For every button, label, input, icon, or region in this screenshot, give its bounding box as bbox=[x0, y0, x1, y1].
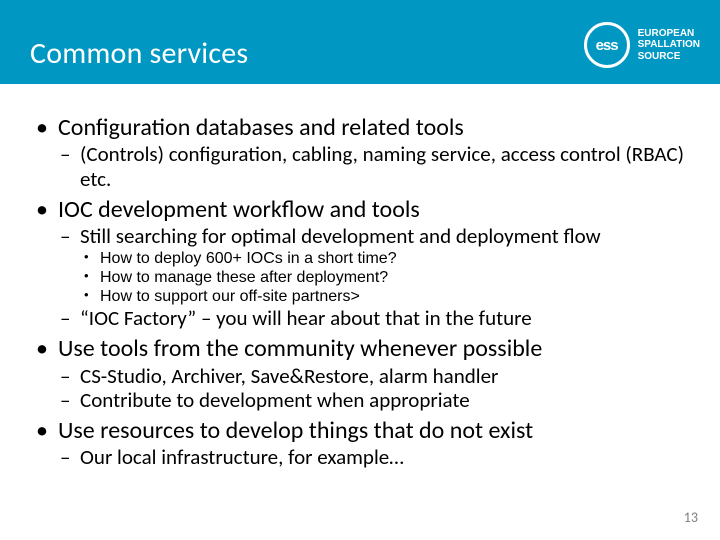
list-item: CS-Studio, Archiver, Save&Restore, alarm… bbox=[80, 364, 690, 389]
sub-list: (Controls) configuration, cabling, namin… bbox=[58, 142, 690, 192]
bullet-text: How to support our off-site partners> bbox=[100, 288, 360, 305]
sub-sub-list: How to deploy 600+ IOCs in a short time?… bbox=[80, 249, 690, 307]
bullet-text: How to deploy 600+ IOCs in a short time? bbox=[100, 250, 397, 267]
slide-body: Configuration databases and related tool… bbox=[0, 84, 720, 470]
list-item: Contribute to development when appropria… bbox=[80, 388, 690, 413]
bullet-text: Our local infrastructure, for example… bbox=[80, 444, 404, 470]
list-item: Configuration databases and related tool… bbox=[58, 114, 690, 192]
list-item: How to deploy 600+ IOCs in a short time? bbox=[100, 249, 690, 268]
bullet-text: (Controls) configuration, cabling, namin… bbox=[80, 141, 684, 192]
logo-text-line: EUROPEAN bbox=[638, 28, 700, 40]
logo-abbrev: ess bbox=[596, 37, 618, 54]
bullet-text: IOC development workflow and tools bbox=[58, 195, 420, 224]
bullet-text: How to manage these after deployment? bbox=[100, 269, 388, 286]
logo-text-line: SPALLATION bbox=[638, 39, 700, 51]
bullet-text: Use tools from the community whenever po… bbox=[58, 334, 542, 363]
bullet-text: “IOC Factory” – you will hear about that… bbox=[80, 305, 532, 331]
list-item: Our local infrastructure, for example… bbox=[80, 445, 690, 470]
sub-list: Our local infrastructure, for example… bbox=[58, 445, 690, 470]
title-bar: Common services ess EUROPEAN SPALLATION … bbox=[0, 0, 720, 84]
logo-text-line: SOURCE bbox=[638, 51, 700, 63]
slide-title: Common services bbox=[30, 35, 248, 72]
page-number: 13 bbox=[684, 509, 698, 526]
bullet-text: CS-Studio, Archiver, Save&Restore, alarm… bbox=[80, 363, 498, 389]
bullet-text: Use resources to develop things that do … bbox=[58, 416, 533, 445]
sub-list: CS-Studio, Archiver, Save&Restore, alarm… bbox=[58, 364, 690, 414]
list-item: Use resources to develop things that do … bbox=[58, 417, 690, 470]
list-item: How to support our off-site partners> bbox=[100, 287, 690, 306]
bullet-text: Contribute to development when appropria… bbox=[80, 387, 470, 413]
slide: Common services ess EUROPEAN SPALLATION … bbox=[0, 0, 720, 540]
list-item: IOC development workflow and tools Still… bbox=[58, 196, 690, 331]
bullet-text: Still searching for optimal development … bbox=[80, 223, 601, 249]
list-item: Still searching for optimal development … bbox=[80, 224, 690, 306]
list-item: “IOC Factory” – you will hear about that… bbox=[80, 306, 690, 331]
list-item: Use tools from the community whenever po… bbox=[58, 335, 690, 413]
list-item: How to manage these after deployment? bbox=[100, 268, 690, 287]
list-item: (Controls) configuration, cabling, namin… bbox=[80, 142, 690, 192]
logo-circle-icon: ess bbox=[584, 22, 630, 68]
sub-list: Still searching for optimal development … bbox=[58, 224, 690, 331]
bullet-text: Configuration databases and related tool… bbox=[58, 113, 464, 142]
logo-text: EUROPEAN SPALLATION SOURCE bbox=[638, 28, 700, 63]
ess-logo: ess EUROPEAN SPALLATION SOURCE bbox=[584, 22, 700, 68]
bullet-list: Configuration databases and related tool… bbox=[30, 114, 690, 470]
